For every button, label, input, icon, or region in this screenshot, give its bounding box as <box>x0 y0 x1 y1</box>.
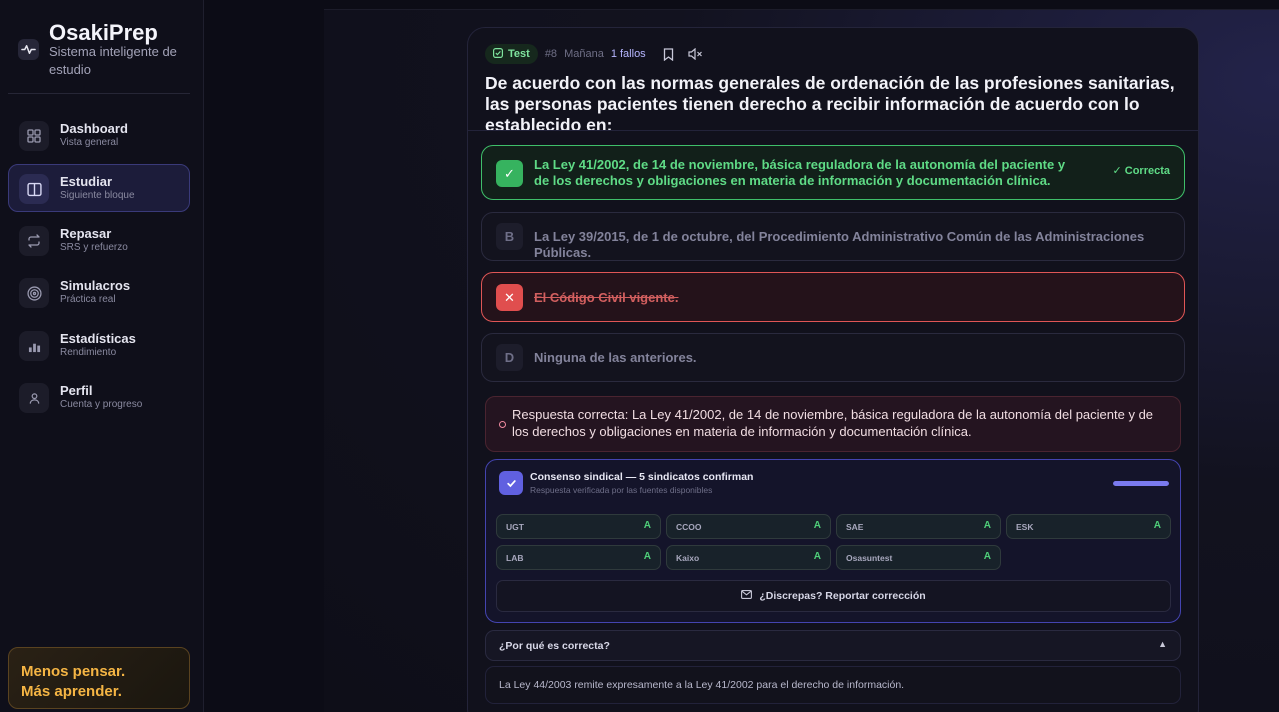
test-badge: Test <box>485 44 538 64</box>
option-text: El Código Civil vigente. <box>534 290 679 305</box>
sidebar-item-repasar[interactable]: Repasar SRS y refuerzo <box>8 216 190 264</box>
bar-chart-icon <box>19 331 49 361</box>
sidebar-item-subtitle: Rendimiento <box>60 347 117 358</box>
consensus-progress-fill <box>1113 481 1169 486</box>
consensus-title: Consenso sindical — 5 sindicatos confirm… <box>530 471 754 483</box>
why-label: ¿Por qué es correcta? <box>499 640 610 652</box>
union-answer: A <box>813 551 821 562</box>
mail-icon <box>741 590 753 602</box>
union-chip: SAE A <box>836 514 1001 539</box>
sidebar-item-title: Repasar <box>60 226 112 241</box>
union-answer: A <box>643 520 651 531</box>
union-chip: UGT A <box>496 514 661 539</box>
close-icon: ✕ <box>496 284 523 311</box>
sidebar-item-perfil[interactable]: Perfil Cuenta y progreso <box>8 373 190 421</box>
sidebar-item-estudiar[interactable]: Estudiar Siguiente bloque <box>8 164 190 212</box>
grid-icon <box>19 121 49 151</box>
sidebar-item-estadisticas[interactable]: Estadísticas Rendimiento <box>8 321 190 369</box>
union-answer: A <box>983 520 991 531</box>
sidebar-item-subtitle: Cuenta y progreso <box>60 399 143 410</box>
report-correction-button[interactable]: ¿Discrepas? Reportar corrección <box>496 580 1171 612</box>
union-name: UGT <box>506 522 524 532</box>
union-name: LAB <box>506 553 524 563</box>
union-name: CCOO <box>676 522 702 532</box>
correct-tag: ✓ Correcta <box>1112 165 1170 177</box>
test-badge-label: Test <box>508 48 530 60</box>
union-answer: A <box>813 520 821 531</box>
option-d[interactable]: D Ninguna de las anteriores. <box>481 333 1185 382</box>
sidebar-item-title: Estudiar <box>60 174 113 189</box>
promo-card: Menos pensar. Más aprender. <box>8 647 190 709</box>
union-chip: ESK A <box>1006 514 1171 539</box>
union-name: Osasuntest <box>846 553 893 563</box>
review-schedule: Mañana <box>564 48 604 60</box>
option-a[interactable]: ✓ La Ley 41/2002, de 14 de noviembre, bá… <box>481 145 1185 200</box>
info-dot-icon <box>499 421 506 428</box>
explanation-box: La Ley 44/2003 remite expresamente a la … <box>485 666 1181 704</box>
correct-answer-text: Respuesta correcta: La Ley 41/2002, de 1… <box>512 407 1154 439</box>
sidebar-item-title: Estadísticas <box>60 331 136 346</box>
sidebar-item-subtitle: Siguiente bloque <box>60 190 135 201</box>
option-letter: B <box>496 223 523 250</box>
option-text: Ninguna de las anteriores. <box>534 350 697 365</box>
consensus-progress <box>1113 481 1169 486</box>
correct-answer-box: Respuesta correcta: La Ley 41/2002, de 1… <box>485 396 1181 452</box>
checkbox-icon <box>493 47 504 61</box>
option-letter: D <box>496 344 523 371</box>
option-b[interactable]: B La Ley 39/2015, de 1 de octubre, del P… <box>481 212 1185 261</box>
question-text: De acuerdo con las normas generales de o… <box>485 73 1175 135</box>
sidebar: OsakiPrep Sistema inteligente de estudio… <box>0 0 204 712</box>
sidebar-item-subtitle: SRS y refuerzo <box>60 242 128 253</box>
book-icon <box>19 174 49 204</box>
question-divider <box>468 130 1198 131</box>
union-chip: LAB A <box>496 545 661 570</box>
fails-count: 1 fallos <box>610 48 646 60</box>
sidebar-item-title: Simulacros <box>60 278 131 293</box>
sidebar-item-dashboard[interactable]: Dashboard Vista general <box>8 111 190 159</box>
user-icon <box>19 383 49 413</box>
option-text: La Ley 41/2002, de 14 de noviembre, bási… <box>534 157 1066 188</box>
check-icon: ✓ <box>496 160 523 187</box>
union-chip: Osasuntest A <box>836 545 1001 570</box>
promo-line-2: Más aprender. <box>21 683 122 700</box>
bookmark-icon[interactable] <box>659 44 679 64</box>
pulse-icon <box>18 39 39 60</box>
option-c[interactable]: ✕ El Código Civil vigente. <box>481 272 1185 322</box>
union-chip: Kaixo A <box>666 545 831 570</box>
caret-up-icon: ▲ <box>1158 639 1167 649</box>
consensus-subtitle: Respuesta verificada por las fuentes dis… <box>530 485 713 495</box>
sidebar-item-subtitle: Vista general <box>60 137 119 148</box>
union-name: ESK <box>1016 522 1034 532</box>
repeat-icon <box>19 226 49 256</box>
explanation-text: La Ley 44/2003 remite expresamente a la … <box>499 679 905 691</box>
sidebar-item-simulacros[interactable]: Simulacros Práctica real <box>8 268 190 316</box>
sidebar-divider <box>8 93 190 94</box>
sidebar-item-subtitle: Práctica real <box>60 294 116 305</box>
union-answer: A <box>643 551 651 562</box>
question-number: #8 <box>544 48 558 60</box>
union-name: SAE <box>846 522 864 532</box>
check-icon <box>499 471 523 495</box>
union-chip: CCOO A <box>666 514 831 539</box>
option-text: La Ley 39/2015, de 1 de octubre, del Pro… <box>534 229 1145 260</box>
report-label: ¿Discrepas? Reportar corrección <box>759 590 926 602</box>
union-name: Kaixo <box>676 553 700 563</box>
sidebar-item-title: Perfil <box>60 383 93 398</box>
union-answer: A <box>1153 520 1161 531</box>
why-correct-toggle[interactable]: ¿Por qué es correcta? ▲ <box>485 630 1181 661</box>
sidebar-item-title: Dashboard <box>60 121 128 136</box>
union-answer: A <box>983 551 991 562</box>
target-icon <box>19 278 49 308</box>
promo-line-1: Menos pensar. <box>21 663 126 680</box>
brand-subtitle: Sistema inteligente de estudio <box>49 44 177 77</box>
question-meta: Test #8 Mañana 1 fallos <box>485 44 706 64</box>
consensus-panel: Consenso sindical — 5 sindicatos confirm… <box>485 459 1181 623</box>
mute-icon[interactable] <box>686 44 706 64</box>
